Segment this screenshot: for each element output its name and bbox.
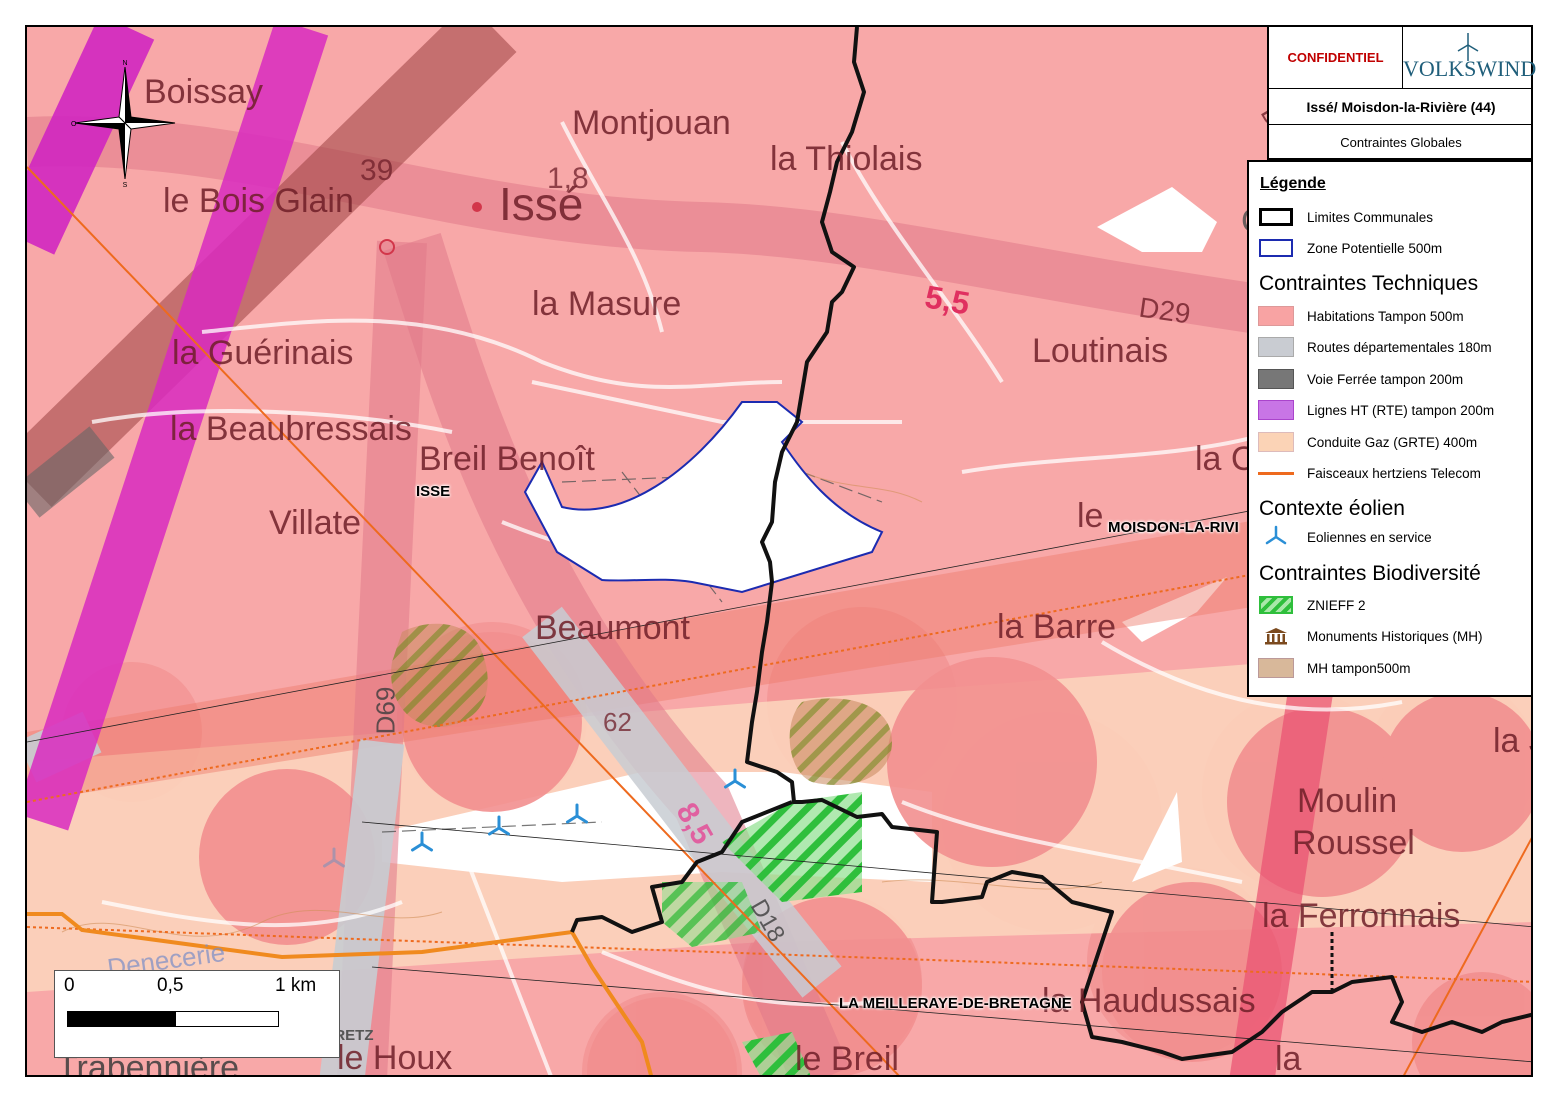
legend-label: Lignes HT (RTE) tampon 200m xyxy=(1307,402,1495,418)
place-label-la-ja: la Ja xyxy=(1493,722,1531,760)
legend-item-commune-boundary: Limites Communales xyxy=(1257,204,1433,230)
znieff-area xyxy=(789,698,892,786)
place-label-loutinais: Loutinais xyxy=(1032,332,1169,370)
legend-title: Légende xyxy=(1260,175,1326,192)
legend-label: Eoliennes en service xyxy=(1307,529,1432,545)
svg-text:S: S xyxy=(123,182,128,187)
place-label-le-bois-glain: le Bois Glain xyxy=(163,182,354,220)
place-label-le-houx: le Houx xyxy=(337,1039,453,1077)
place-label-beaumont: Beaumont xyxy=(535,609,690,647)
place-label-roussel: Roussel xyxy=(1292,824,1415,862)
legend-label: Habitations Tampon 500m xyxy=(1307,308,1464,324)
legend-label: Voie Ferrée tampon 200m xyxy=(1307,371,1464,387)
place-label-le: le xyxy=(1077,497,1104,535)
legend-item-routes: Routes départementales 180m xyxy=(1257,334,1492,360)
legend-panel: Légende Limites Communales Zone Potentie… xyxy=(1247,160,1533,697)
scale-bar: 0 0,5 1 km xyxy=(54,970,340,1058)
place-label-la-masure: la Masure xyxy=(532,285,682,323)
legend-section-techniques: Contraintes Techniques xyxy=(1259,272,1479,295)
map-subtitle: Contraintes Globales xyxy=(1340,135,1462,150)
legend-item-faisceaux: Faisceaux hertziens Telecom xyxy=(1257,460,1481,486)
place-label-montjouan: Montjouan xyxy=(572,104,731,142)
place-label-la-guerinais: la Guérinais xyxy=(172,334,354,372)
monument-icon xyxy=(1265,628,1287,645)
commune-label-moisdon: MOISDON-LA-RIVI xyxy=(1108,519,1239,536)
legend-item-eoliennes: Eoliennes en service xyxy=(1257,524,1432,550)
place-label-moulin: Moulin xyxy=(1297,782,1398,820)
legend-item-lignes-ht: Lignes HT (RTE) tampon 200m xyxy=(1257,397,1494,423)
legend-item-voie-ferree: Voie Ferrée tampon 200m xyxy=(1257,366,1463,392)
compass-icon: N S O xyxy=(71,60,176,189)
place-label-la-haudussais: la Haudussais xyxy=(1042,982,1256,1020)
legend-item-znieff: ZNIEFF 2 xyxy=(1257,592,1366,618)
railway-swatch xyxy=(1258,369,1294,389)
routes-swatch xyxy=(1258,337,1294,357)
legend-label: MH tampon500m xyxy=(1307,660,1411,676)
road-number: 1,8 xyxy=(547,162,589,195)
legend-label: Zone Potentielle 500m xyxy=(1307,240,1443,256)
scale-label-half: 0,5 xyxy=(157,975,184,996)
svg-text:N: N xyxy=(122,60,127,67)
znieff-swatch xyxy=(1259,596,1293,614)
place-label-la-beaubressais: la Beaubressais xyxy=(170,410,412,448)
road-number: 5,5 xyxy=(922,278,973,322)
road-number: 62 xyxy=(603,707,632,737)
place-label-villate: Villate xyxy=(269,504,361,542)
scale-bar-white xyxy=(175,1011,279,1027)
legend-label: ZNIEFF 2 xyxy=(1307,597,1366,613)
place-label-le-breil: le Breil xyxy=(795,1040,899,1077)
legend-item-potential-zone: Zone Potentielle 500m xyxy=(1257,235,1442,261)
road-number: D69 xyxy=(370,686,401,735)
potential-zone-icon xyxy=(1259,239,1293,257)
place-label-breil-benoit: Breil Benoît xyxy=(419,440,595,478)
project-title: Issé/ Moisdon-la-Rivière (44) xyxy=(1269,89,1533,125)
habitations-swatch xyxy=(1258,306,1294,326)
legend-label: Limites Communales xyxy=(1307,209,1434,225)
legend-label: Monuments Historiques (MH) xyxy=(1307,628,1483,644)
telecom-line-swatch xyxy=(1258,471,1294,475)
commune-boundary-icon xyxy=(1259,208,1293,226)
place-label-la-barre: la Barre xyxy=(997,608,1117,646)
legend-label: Routes départementales 180m xyxy=(1307,339,1492,355)
scale-label-0: 0 xyxy=(64,975,75,996)
legend-item-monuments: Monuments Historiques (MH) xyxy=(1257,623,1483,649)
legend-section-biodiversite: Contraintes Biodiversité xyxy=(1259,562,1481,585)
ht-line-swatch xyxy=(1258,400,1294,420)
place-label-la: la xyxy=(1275,1040,1302,1077)
legend-item-conduite-gaz: Conduite Gaz (GRTE) 400m xyxy=(1257,429,1477,455)
scale-label-1km: 1 km xyxy=(275,975,317,996)
north-arrow: N S O xyxy=(69,57,183,189)
wind-turbine-icon xyxy=(1265,525,1287,545)
title-block: CONFIDENTIEL VOLKSWIND Issé/ Moisdon-la-… xyxy=(1267,25,1537,160)
legend-label: Conduite Gaz (GRTE) 400m xyxy=(1307,434,1478,450)
legend-section-eolien: Contexte éolien xyxy=(1259,497,1405,520)
place-label-la-thiolais: la Thiolais xyxy=(770,140,923,178)
logo-text: VOLKSWIND xyxy=(1403,56,1537,81)
legend-item-mh-tampon: MH tampon500m xyxy=(1257,655,1411,681)
mh-buffer-swatch xyxy=(1258,658,1294,678)
place-label-la-ferronnais: la Ferronnais xyxy=(1262,897,1461,935)
svg-text:O: O xyxy=(71,121,77,128)
gas-swatch xyxy=(1258,432,1294,452)
confidential-label: CONFIDENTIEL xyxy=(1269,27,1403,89)
legend-item-habitations: Habitations Tampon 500m xyxy=(1257,303,1464,329)
znieff-area xyxy=(391,623,488,727)
commune-label-isse: ISSE xyxy=(416,483,451,500)
volkswind-logo: VOLKSWIND xyxy=(1403,27,1537,89)
legend-label: Faisceaux hertziens Telecom xyxy=(1307,465,1481,481)
commune-label-la-meilleraye: LA MEILLERAYE-DE-BRETAGNE xyxy=(839,995,1072,1012)
road-number: 39 xyxy=(360,154,394,187)
scale-bar-black xyxy=(67,1011,176,1027)
